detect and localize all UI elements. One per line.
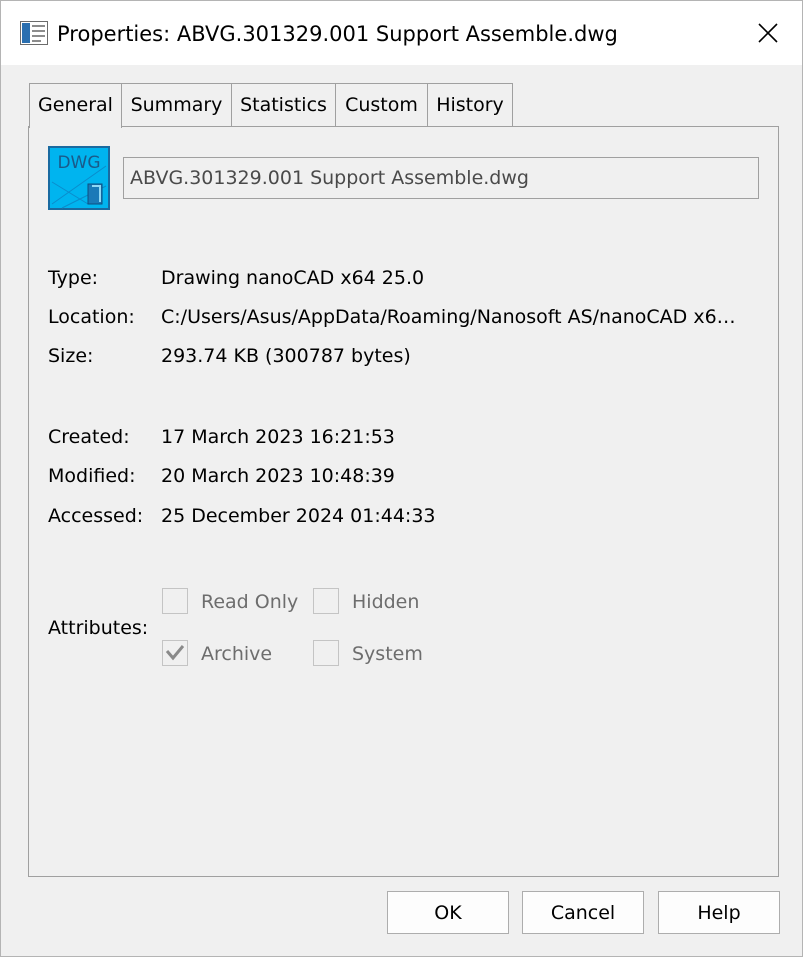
system-label: System [352,643,423,665]
general-tab-panel [28,126,779,877]
ok-button[interactable]: OK [387,891,509,934]
dwg-icon-text: DWG [57,153,100,173]
type-value: Drawing nanoCAD x64 25.0 [161,267,425,289]
location-value: C:/Users/Asus/AppData/Roaming/Nanosoft A… [161,306,736,328]
tab-statistics[interactable]: Statistics [231,83,336,126]
size-label: Size: [48,345,94,367]
tab-custom-label: Custom [345,94,418,116]
location-label: Location: [48,306,135,328]
file-name-field[interactable] [123,157,759,199]
modified-label: Modified: [48,465,136,487]
accessed-label: Accessed: [48,505,144,527]
dwg-file-icon: DWG [48,146,110,210]
close-icon [758,23,778,43]
properties-window-icon [20,21,48,45]
created-value: 17 March 2023 16:21:53 [161,426,395,448]
help-button[interactable]: Help [658,891,780,934]
tab-summary[interactable]: Summary [121,83,232,126]
read-only-label: Read Only [201,591,299,613]
tab-general[interactable]: General [29,83,122,128]
close-button[interactable] [749,15,787,51]
checkmark-icon [165,645,185,661]
hidden-checkbox[interactable] [313,588,339,614]
accessed-value: 25 December 2024 01:44:33 [161,505,436,527]
modified-value: 20 March 2023 10:48:39 [161,465,395,487]
size-value: 293.74 KB (300787 bytes) [161,345,411,367]
tab-history-label: History [436,94,504,116]
attributes-label: Attributes: [48,617,149,639]
read-only-checkbox[interactable] [162,588,188,614]
tab-history[interactable]: History [427,83,513,126]
tab-custom[interactable]: Custom [335,83,428,126]
tab-summary-label: Summary [130,94,223,116]
created-label: Created: [48,426,130,448]
system-checkbox[interactable] [313,640,339,666]
tab-statistics-label: Statistics [240,94,327,116]
archive-label: Archive [201,643,273,665]
title-bar: Properties: ABVG.301329.001 Support Asse… [1,1,802,65]
archive-checkbox[interactable] [162,640,188,666]
cancel-button[interactable]: Cancel [522,891,644,934]
tab-general-label: General [38,94,113,116]
type-label: Type: [48,267,99,289]
properties-dialog: Properties: ABVG.301329.001 Support Asse… [0,0,803,957]
window-title: Properties: ABVG.301329.001 Support Asse… [57,22,618,46]
hidden-label: Hidden [352,591,420,613]
